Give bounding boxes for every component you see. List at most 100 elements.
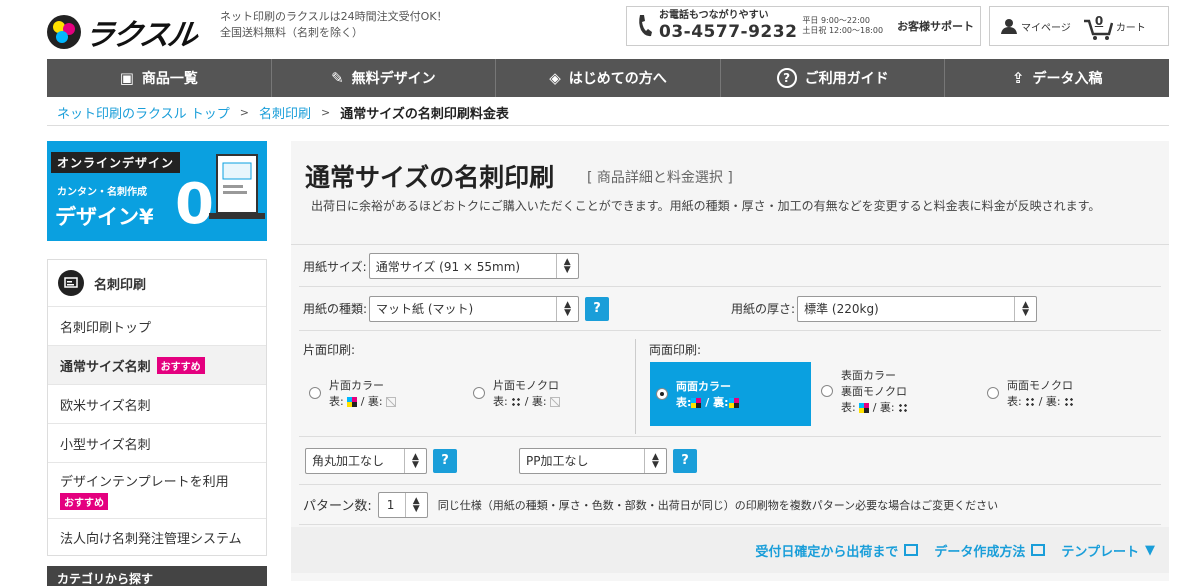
sidebar-item-top[interactable]: 名刺印刷トップ <box>48 306 266 345</box>
nav-beginners[interactable]: ◈ はじめての方へ <box>496 59 721 97</box>
front-label: 表: <box>1007 395 1022 408</box>
nav-label: ご利用ガイド <box>804 71 889 87</box>
pp-help-button[interactable]: ? <box>673 448 697 473</box>
mono-ink-icon <box>898 403 909 413</box>
corner-select[interactable]: 角丸加工なし ▲ ▼ <box>305 447 427 474</box>
paper-type-select[interactable]: マット紙 (マット) ▲ ▼ <box>369 295 580 322</box>
option-label: 表面カラー <box>841 369 896 382</box>
paper-size-value: 通常サイズ (91 × 55mm) <box>375 259 521 274</box>
beginner-icon: ◈ <box>549 69 561 87</box>
back-label: / 裏: <box>705 396 729 409</box>
sidebar-item-label: デザインテンプレートを利用 <box>60 475 229 490</box>
banner-tag: オンラインデザイン <box>51 152 181 173</box>
back-label: / 裏: <box>1038 395 1061 408</box>
back-label: / 裏: <box>872 401 895 414</box>
radio-button-selected[interactable] <box>656 388 668 400</box>
breadcrumb-separator: > <box>239 106 249 119</box>
paper-size-select[interactable]: 通常サイズ (91 × 55mm) ▲ ▼ <box>368 253 579 279</box>
breadcrumb: ネット印刷のラクスル トップ > 名刺印刷 > 通常サイズの名刺印刷料金表 <box>47 100 1169 126</box>
corner-help-button[interactable]: ? <box>433 448 457 473</box>
sidebar-item-western[interactable]: 欧米サイズ名刺 <box>48 384 266 423</box>
product-detail-panel: 通常サイズの名刺印刷 [ 商品詳細と料金選択 ] 出荷日に余裕があるほどおトクに… <box>291 141 1169 581</box>
front-label: 表: <box>493 395 508 408</box>
sidebar-item-small[interactable]: 小型サイズ名刺 <box>48 423 266 462</box>
template-link[interactable]: テンプレート ▼ <box>1061 541 1155 560</box>
sidebar-item-label: 名刺印刷トップ <box>60 320 152 336</box>
front-label: 表: <box>841 401 856 414</box>
sidebar-item-template[interactable]: デザインテンプレートを利用 おすすめ <box>48 462 266 518</box>
paper-thickness-select[interactable]: 標準 (220kg) ▲ ▼ <box>797 295 1038 322</box>
option-double-color[interactable]: 両面カラー 表: / 裏: <box>650 362 811 426</box>
online-design-banner[interactable]: オンラインデザイン カンタン・名刺作成 デザイン¥ 0 <box>47 141 267 241</box>
shipping-info-link[interactable]: 受付日確定から出荷まで <box>755 541 919 560</box>
upload-icon: ⇪ <box>1011 69 1025 87</box>
radio-button[interactable] <box>987 387 999 399</box>
paper-type-label: 用紙の種類: <box>303 302 368 316</box>
banner-main-text: デザイン¥ <box>55 205 154 229</box>
pp-select[interactable]: PP加工なし ▲ ▼ <box>519 447 667 474</box>
paper-size-row: 用紙サイズ: 通常サイズ (91 × 55mm) ▲ ▼ <box>299 246 1161 287</box>
color-ink-icon <box>347 397 358 407</box>
phone-label: お電話もつながりやすい <box>659 10 769 21</box>
select-arrows-icon: ▲ ▼ <box>644 448 666 473</box>
mono-ink-icon <box>511 397 522 407</box>
nav-label: はじめての方へ <box>568 71 667 87</box>
pattern-value: 1 <box>386 497 395 512</box>
color-ink-icon <box>691 398 702 408</box>
radio-button[interactable] <box>309 387 321 399</box>
front-label: 表: <box>676 396 692 409</box>
hours-weekday: 平日 9:00～22:00 <box>802 16 870 25</box>
option-single-mono[interactable]: 片面モノクロ 表: / 裏: <box>473 377 561 409</box>
radio-button[interactable] <box>821 385 833 397</box>
breadcrumb-home[interactable]: ネット印刷のラクスル トップ <box>57 103 230 122</box>
sidebar-heading-label: 名刺印刷 <box>94 277 147 293</box>
global-nav: ▣ 商品一覧 ✎ 無料デザイン ◈ はじめての方へ ? ご利用ガイド ⇪ データ入稿 <box>47 59 1169 97</box>
pattern-select[interactable]: 1 ▲ ▼ <box>377 491 428 518</box>
popup-icon <box>904 544 919 556</box>
color-ink-icon <box>728 398 739 408</box>
paper-type-row: 用紙の種類: マット紙 (マット) ▲ ▼ ? 用紙の厚さ: 標準 (220kg)… <box>299 287 1161 331</box>
raksul-logo[interactable]: ラクスル <box>47 10 198 54</box>
phone-support-box[interactable]: お電話もつながりやすい 03-4577-9232 平日 9:00～22:00 土… <box>626 6 981 46</box>
nav-guide[interactable]: ? ご利用ガイド <box>721 59 946 97</box>
single-side-label: 片面印刷: <box>303 343 356 357</box>
tagline-line-1: ネット印刷のラクスルは24時間注文受付OK！ <box>220 10 448 23</box>
phone-hours: 平日 9:00～22:00 土日祝 12:00～18:00 <box>802 16 883 36</box>
phone-icon <box>637 14 653 38</box>
sidebar-item-corporate[interactable]: 法人向け名刺発注管理システム <box>48 518 266 555</box>
sidebar-item-label: 欧米サイズ名刺 <box>60 398 151 414</box>
sidebar-item-label: 小型サイズ名刺 <box>60 437 151 453</box>
main-title-area: 通常サイズの名刺印刷 [ 商品詳細と料金選択 ] 出荷日に余裕があるほどおトクに… <box>291 141 1169 245</box>
sidebar-item-label: 法人向け名刺発注管理システム <box>60 531 242 547</box>
select-arrows-icon: ▲ ▼ <box>404 448 426 473</box>
sidebar-heading: 名刺印刷 <box>48 260 266 306</box>
radio-button[interactable] <box>473 387 485 399</box>
nav-free-design[interactable]: ✎ 無料デザイン <box>272 59 497 97</box>
divider <box>635 339 636 434</box>
pattern-row: パターン数: 1 ▲ ▼ 同じ仕様（用紙の種類・厚さ・色数・部数・出荷日が同じ）の… <box>299 485 1161 525</box>
nav-products[interactable]: ▣ 商品一覧 <box>47 59 272 97</box>
cart-count: 0 <box>1094 14 1104 28</box>
nav-data-upload[interactable]: ⇪ データ入稿 <box>945 59 1169 97</box>
option-front-color-back-mono[interactable]: 表面カラー 裏面モノクロ 表: / 裏: <box>821 367 909 415</box>
business-card-icon <box>58 270 84 296</box>
breadcrumb-current: 通常サイズの名刺印刷料金表 <box>340 107 509 122</box>
option-single-color[interactable]: 片面カラー 表: / 裏: <box>309 377 397 409</box>
sidebar: 名刺印刷 名刺印刷トップ 通常サイズ名刺 おすすめ 欧米サイズ名刺 小型サイズ名刺… <box>47 259 267 556</box>
pen-icon: ✎ <box>331 69 344 87</box>
cart-link[interactable]: 0 カート <box>1083 12 1146 40</box>
chevron-down-icon: ▼ <box>1145 542 1155 558</box>
breadcrumb-category[interactable]: 名刺印刷 <box>259 103 311 122</box>
paper-type-help-button[interactable]: ? <box>585 296 610 321</box>
page-title: 通常サイズの名刺印刷 <box>305 163 555 192</box>
option-label: 両面モノクロ <box>1007 379 1073 392</box>
account-box: マイページ 0 カート <box>989 6 1169 46</box>
front-label: 表: <box>329 395 344 408</box>
data-creation-link[interactable]: データ作成方法 <box>934 541 1046 560</box>
option-double-mono[interactable]: 両面モノクロ 表: / 裏: <box>987 377 1075 409</box>
sidebar-item-standard[interactable]: 通常サイズ名刺 おすすめ <box>48 345 266 384</box>
cart-icon: 0 <box>1083 12 1114 40</box>
nav-label: 無料デザイン <box>351 71 436 87</box>
mypage-link[interactable]: マイページ <box>1000 18 1071 34</box>
print-sides-row: 片面印刷: 両面印刷: 片面カラー 表: / 裏: 片面モノクロ 表: / 裏:… <box>299 331 1161 437</box>
